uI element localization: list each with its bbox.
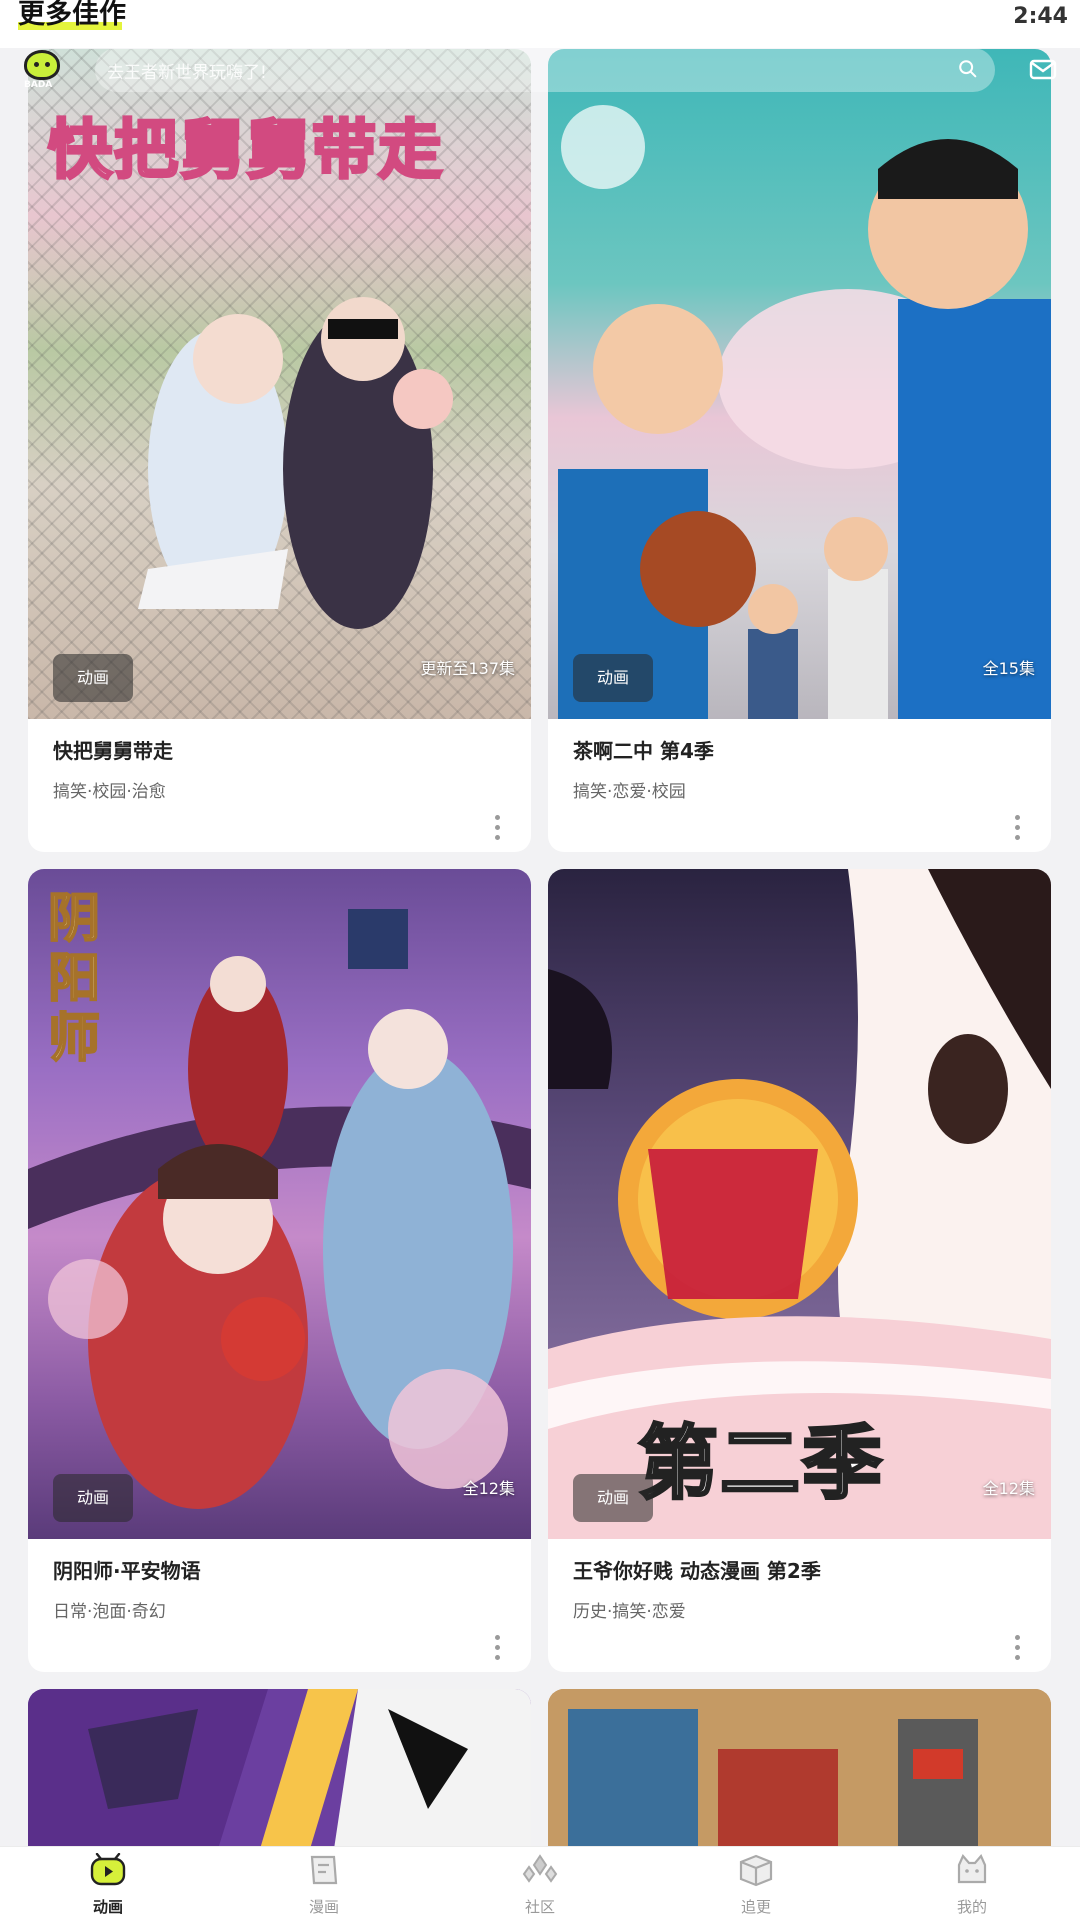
nav-item-comic[interactable]: 漫画 xyxy=(216,1847,432,1920)
cover-image[interactable]: 阴阳师 动画 全12集 xyxy=(28,869,531,1539)
more-options-icon[interactable] xyxy=(1013,1635,1021,1665)
type-badge: 动画 xyxy=(53,654,133,702)
type-badge: 动画 xyxy=(573,654,653,702)
tv-icon xyxy=(90,1853,126,1886)
card-title[interactable]: 茶啊二中 第4季 xyxy=(573,735,714,764)
card-title[interactable]: 王爷你好贱 动态漫画 第2季 xyxy=(573,1555,821,1584)
cover-title-art: 阴阳师 xyxy=(47,888,103,1070)
cover-title-art: 第二季 xyxy=(637,1416,884,1512)
card-tags: 日常·泡面·奇幻 xyxy=(53,1602,166,1622)
nav-item-follow[interactable]: 追更 xyxy=(648,1847,864,1920)
status-time: 2:44 xyxy=(1013,4,1068,29)
logo-text: BADA xyxy=(24,80,53,90)
nav-label: 漫画 xyxy=(308,1898,339,1916)
episode-count: 全15集 xyxy=(982,659,1035,678)
anime-card[interactable]: 阴阳师 动画 全12集 阴阳师·平安物语 日常·泡面·奇幻 xyxy=(28,869,531,1672)
anime-card[interactable]: 快把舅舅带走 动画 更新至137集 快把舅舅带走 搞笑·校园·治愈 xyxy=(28,49,531,852)
card-tags: 历史·搞笑·恋爱 xyxy=(573,1602,686,1622)
nav-item-community[interactable]: 社区 xyxy=(432,1847,648,1920)
nav-label: 社区 xyxy=(524,1898,555,1916)
more-options-icon[interactable] xyxy=(493,815,501,845)
type-badge: 动画 xyxy=(53,1474,133,1522)
search-placeholder: 去王者新世界玩嗨了! xyxy=(107,63,267,83)
episode-count: 全12集 xyxy=(462,1479,515,1498)
nav-item-anime[interactable]: 动画 xyxy=(0,1847,216,1920)
nav-label: 追更 xyxy=(740,1898,771,1916)
nav-label: 动画 xyxy=(92,1898,123,1916)
cover-illustration xyxy=(558,105,1051,719)
bottom-navigation: 动画 漫画 社区 追更 我的 xyxy=(0,1846,1080,1920)
top-bar: 更多佳作 2:44 xyxy=(0,0,1080,48)
more-options-icon[interactable] xyxy=(493,1635,501,1665)
nav-label: 我的 xyxy=(956,1898,987,1916)
cover-image[interactable]: 动画 全15集 xyxy=(548,49,1051,719)
card-tags: 搞笑·校园·治愈 xyxy=(53,782,166,802)
follow-icon xyxy=(739,1854,773,1887)
cover-image[interactable]: 快把舅舅带走 动画 更新至137集 xyxy=(28,49,531,719)
mail-icon[interactable] xyxy=(1028,54,1058,84)
more-options-icon[interactable] xyxy=(1013,815,1021,845)
community-icon xyxy=(522,1854,558,1883)
card-tags: 搞笑·恋爱·校园 xyxy=(573,782,686,802)
card-title[interactable]: 快把舅舅带走 xyxy=(53,735,173,764)
section-title: 更多佳作 xyxy=(18,0,126,34)
comic-icon xyxy=(310,1855,338,1885)
type-badge: 动画 xyxy=(573,1474,653,1522)
overlay-header: BADA 去王者新世界玩嗨了! xyxy=(0,48,1080,96)
nav-item-profile[interactable]: 我的 xyxy=(864,1847,1080,1920)
profile-icon xyxy=(957,1853,987,1884)
cover-image[interactable]: 第二季 动画 全12集 xyxy=(548,869,1051,1539)
episode-count: 全12集 xyxy=(982,1479,1035,1498)
episode-count: 更新至137集 xyxy=(420,659,515,678)
search-bar[interactable]: 去王者新世界玩嗨了! xyxy=(95,48,995,92)
anime-card[interactable]: 动画 全15集 茶啊二中 第4季 搞笑·恋爱·校园 xyxy=(548,49,1051,852)
cover-title-art: 快把舅舅带走 xyxy=(47,113,444,190)
anime-card[interactable]: 第二季 动画 全12集 王爷你好贱 动态漫画 第2季 历史·搞笑·恋爱 xyxy=(548,869,1051,1672)
app-logo[interactable]: BADA xyxy=(22,48,66,92)
card-title[interactable]: 阴阳师·平安物语 xyxy=(53,1555,201,1584)
search-icon[interactable] xyxy=(957,58,979,80)
